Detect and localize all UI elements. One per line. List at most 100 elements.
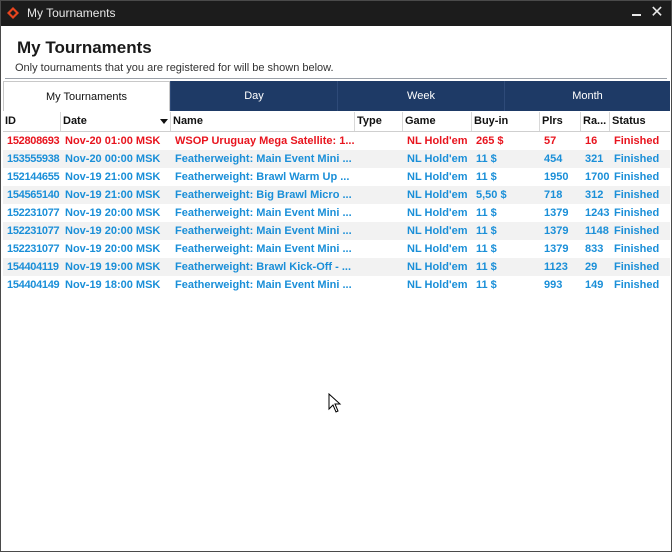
cell-name: Featherweight: Brawl Warm Up ... <box>175 171 350 183</box>
cell-date: Nov-19 18:00 MSK <box>65 279 161 291</box>
tournament-table: ID Date Name Type Game Buy-in Plrs Ra...… <box>3 112 670 294</box>
cell-game: NL Hold'em <box>407 243 468 255</box>
cell-name: Featherweight: Main Event Mini ... <box>175 279 352 291</box>
table-row[interactable]: 152808693 Nov-20 01:00 MSK WSOP Uruguay Me… <box>3 132 670 150</box>
cell-name: Featherweight: Brawl Kick-Off - ... <box>175 261 352 273</box>
cell-players: 1950 <box>544 171 569 183</box>
cell-game: NL Hold'em <box>407 261 468 273</box>
cell-players: 1379 <box>544 243 569 255</box>
minimize-icon <box>632 14 641 16</box>
cell-status: Finished <box>614 189 660 201</box>
cell-rank: 149 <box>585 279 604 291</box>
cell-rank: 833 <box>585 243 604 255</box>
table-row[interactable]: 152231077 Nov-19 20:00 MSK Featherweight: … <box>3 222 670 240</box>
cell-status: Finished <box>614 171 660 183</box>
sort-descending-icon <box>160 119 168 124</box>
cell-rank: 29 <box>585 261 598 273</box>
cell-date: Nov-19 21:00 MSK <box>65 189 161 201</box>
cell-date: Nov-19 20:00 MSK <box>65 225 161 237</box>
column-header-id[interactable]: ID <box>3 112 61 131</box>
window-title: My Tournaments <box>27 6 116 20</box>
table-row[interactable]: 152144655 Nov-19 21:00 MSK Featherweight: … <box>3 168 670 186</box>
cell-type <box>355 222 403 240</box>
header-divider <box>5 78 667 79</box>
cell-status: Finished <box>614 243 660 255</box>
column-header-status[interactable]: Status <box>610 112 670 131</box>
cell-type <box>355 168 403 186</box>
close-icon: ✕ <box>650 4 664 21</box>
cell-type <box>355 132 403 150</box>
cell-id: 152144655 <box>7 171 60 183</box>
cell-type <box>355 276 403 294</box>
table-row[interactable]: 154565140 Nov-19 21:00 MSK Featherweight: … <box>3 186 670 204</box>
tab-day[interactable]: Day <box>170 81 337 111</box>
cell-name: Featherweight: Big Brawl Micro ... <box>175 189 352 201</box>
cell-game: NL Hold'em <box>407 207 468 219</box>
tournaments-window: My Tournaments ✕ My Tournaments Only tou… <box>0 0 672 552</box>
minimize-button[interactable] <box>627 3 647 23</box>
cell-type <box>355 186 403 204</box>
table-row[interactable]: 154404149 Nov-19 18:00 MSK Featherweight: … <box>3 276 670 294</box>
cell-id: 154565140 <box>7 189 60 201</box>
column-header-rank[interactable]: Ra... <box>581 112 610 131</box>
cell-rank: 1148 <box>585 225 609 237</box>
cell-players: 718 <box>544 189 563 201</box>
cell-game: NL Hold'em <box>407 135 468 147</box>
column-header-players[interactable]: Plrs <box>540 112 581 131</box>
cell-buyin: 11 $ <box>476 207 497 219</box>
table-row[interactable]: 153555938 Nov-20 00:00 MSK Featherweight: … <box>3 150 670 168</box>
cell-status: Finished <box>614 279 660 291</box>
cell-status: Finished <box>614 153 660 165</box>
cell-buyin: 11 $ <box>476 243 497 255</box>
cell-date: Nov-19 20:00 MSK <box>65 207 161 219</box>
cell-players: 454 <box>544 153 563 165</box>
cell-id: 152231077 <box>7 225 60 237</box>
cell-date: Nov-19 21:00 MSK <box>65 171 161 183</box>
page-title: My Tournaments <box>17 38 152 57</box>
cell-players: 1123 <box>544 261 568 273</box>
cell-type <box>355 204 403 222</box>
cell-buyin: 265 $ <box>476 135 504 147</box>
close-button[interactable]: ✕ <box>647 3 667 23</box>
cell-id: 154404119 <box>7 261 59 273</box>
cell-id: 152231077 <box>7 207 60 219</box>
app-logo-icon <box>7 7 19 19</box>
table-row[interactable]: 152231077 Nov-19 20:00 MSK Featherweight: … <box>3 204 670 222</box>
cell-rank: 1700 <box>585 171 610 183</box>
column-header-game[interactable]: Game <box>403 112 472 131</box>
cell-game: NL Hold'em <box>407 225 468 237</box>
cell-buyin: 11 $ <box>476 279 497 291</box>
cell-name: WSOP Uruguay Mega Satellite: 1... <box>175 135 355 147</box>
cell-buyin: 11 $ <box>476 171 497 183</box>
cell-game: NL Hold'em <box>407 189 468 201</box>
cell-buyin: 11 $ <box>476 261 497 273</box>
tab-my-tournaments[interactable]: My Tournaments <box>3 81 170 111</box>
column-header-name[interactable]: Name <box>171 112 355 131</box>
cell-game: NL Hold'em <box>407 279 468 291</box>
tab-month[interactable]: Month <box>504 81 670 111</box>
tab-bar: My Tournaments Day Week Month <box>3 81 670 111</box>
cell-type <box>355 258 403 276</box>
page-subtitle: Only tournaments that you are registered… <box>15 62 334 74</box>
column-header-type[interactable]: Type <box>355 112 403 131</box>
tab-week[interactable]: Week <box>337 81 504 111</box>
cell-players: 1379 <box>544 207 569 219</box>
cell-players: 57 <box>544 135 557 147</box>
cell-game: NL Hold'em <box>407 153 468 165</box>
table-row[interactable]: 152231077 Nov-19 20:00 MSK Featherweight: … <box>3 240 670 258</box>
column-header-date-label: Date <box>63 115 87 127</box>
cell-status: Finished <box>614 225 660 237</box>
title-bar[interactable]: My Tournaments ✕ <box>1 1 671 26</box>
cell-type <box>355 150 403 168</box>
cell-status: Finished <box>614 261 660 273</box>
table-row[interactable]: 154404119 Nov-19 19:00 MSK Featherweight: … <box>3 258 670 276</box>
mouse-pointer-icon <box>328 393 342 413</box>
column-header-date[interactable]: Date <box>61 112 171 131</box>
cell-id: 152808693 <box>7 135 60 147</box>
cell-date: Nov-19 19:00 MSK <box>65 261 161 273</box>
cell-name: Featherweight: Main Event Mini ... <box>175 225 352 237</box>
cell-status: Finished <box>614 207 660 219</box>
cell-rank: 16 <box>585 135 598 147</box>
cell-name: Featherweight: Main Event Mini ... <box>175 243 352 255</box>
column-header-buyin[interactable]: Buy-in <box>472 112 540 131</box>
